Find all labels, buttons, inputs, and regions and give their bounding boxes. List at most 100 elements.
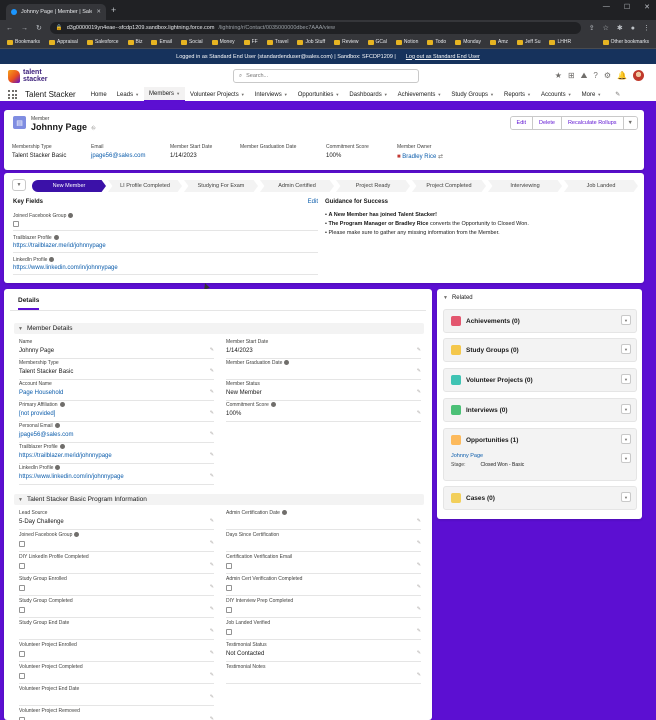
info-icon[interactable]	[59, 444, 65, 450]
bookmark-item[interactable]: Todo	[424, 39, 449, 45]
nav-item-volunteer-projects[interactable]: Volunteer Projects ▼	[185, 87, 250, 102]
logout-link[interactable]: Log out as Standard End User	[406, 54, 480, 60]
info-icon[interactable]	[74, 532, 80, 538]
bookmark-item[interactable]: Travel	[264, 39, 292, 45]
edit-pencil-icon[interactable]: ✎	[210, 389, 214, 395]
bookmark-item[interactable]: Salesforce	[84, 39, 122, 45]
chevron-down-icon[interactable]: ▼	[527, 92, 531, 97]
edit-pencil-icon[interactable]: ✎	[210, 694, 214, 700]
bookmark-item[interactable]: Jeff Su	[514, 39, 543, 45]
edit-pencil-icon[interactable]: ✎	[210, 562, 214, 568]
bookmark-item[interactable]: Biz	[125, 39, 146, 45]
bookmark-star-icon[interactable]: ☆	[603, 24, 609, 32]
chevron-down-icon[interactable]: ▼	[135, 92, 139, 97]
menu-icon[interactable]: ⋮	[643, 24, 650, 32]
app-logo[interactable]: talent stacker	[8, 69, 48, 83]
edit-pencil-icon[interactable]: ✎	[210, 628, 214, 634]
info-icon[interactable]	[270, 402, 276, 408]
related-list-title[interactable]: Opportunities (1)	[466, 437, 518, 444]
edit-pencil-icon[interactable]: ✎	[210, 518, 214, 524]
favorites-star-icon[interactable]: ★	[555, 71, 562, 80]
close-tab-icon[interactable]: ✕	[96, 9, 101, 15]
minimize-icon[interactable]: —	[603, 3, 610, 11]
edit-pencil-icon[interactable]: ✎	[210, 431, 214, 437]
edit-pencil-icon[interactable]: ✎	[210, 452, 214, 458]
email-link[interactable]: jpage56@sales.com	[91, 153, 145, 159]
section-member-details[interactable]: ▼ Member Details	[14, 323, 424, 334]
nav-item-dashboards[interactable]: Dashboards ▼	[344, 87, 392, 102]
field-link[interactable]: https://www.linkedin.com/in/johnnypage	[19, 474, 124, 480]
edit-pencil-icon[interactable]: ✎	[417, 562, 421, 568]
bookmark-item[interactable]: Review	[331, 39, 361, 45]
related-list-title[interactable]: Volunteer Projects (0)	[466, 377, 533, 384]
chevron-down-icon[interactable]: ▼	[241, 92, 245, 97]
related-header[interactable]: ▼ Related	[443, 295, 473, 301]
path-step[interactable]: Project Ready	[336, 180, 410, 192]
path-step[interactable]: Interviewing	[488, 180, 562, 192]
new-tab-icon[interactable]: +	[111, 5, 116, 15]
browser-tab[interactable]: Johnny Page | Member | Salesfo ✕	[6, 4, 106, 20]
bookmark-item[interactable]: Email	[148, 39, 175, 45]
linkedin-link[interactable]: https://www.linkedin.com/in/johnnypage	[13, 265, 318, 272]
nav-item-reports[interactable]: Reports ▼	[499, 87, 536, 102]
chevron-down-icon[interactable]: ▼	[490, 92, 494, 97]
owner-link[interactable]: Bradley Rice	[402, 154, 436, 160]
app-launcher-icon[interactable]	[8, 90, 17, 99]
path-step[interactable]: Project Completed	[412, 180, 486, 192]
key-fields-edit-link[interactable]: Edit	[308, 199, 318, 205]
back-icon[interactable]: ←	[6, 25, 13, 32]
chevron-down-icon[interactable]: ▼	[621, 434, 631, 444]
related-list-title[interactable]: Achievements (0)	[466, 318, 520, 325]
nav-item-study-groups[interactable]: Study Groups ▼	[446, 87, 499, 102]
bookmark-item[interactable]: Social	[178, 39, 206, 45]
edit-pencil-icon[interactable]: ✎	[417, 628, 421, 634]
chevron-down-icon[interactable]: ▼	[384, 92, 388, 97]
info-icon[interactable]	[49, 257, 55, 263]
nav-item-accounts[interactable]: Accounts ▼	[536, 87, 577, 102]
edit-pencil-icon[interactable]: ✎	[210, 368, 214, 374]
chevron-down-icon[interactable]: ▼	[597, 92, 601, 97]
info-icon[interactable]	[68, 213, 74, 219]
reload-icon[interactable]: ↻	[36, 24, 42, 32]
related-list-title[interactable]: Study Groups (0)	[466, 347, 519, 354]
field-link[interactable]: https://trailblazer.me/id/johnnypage	[19, 453, 112, 459]
path-step[interactable]: LI Profile Completed	[108, 180, 182, 192]
setup-gear-icon[interactable]: ⚙	[604, 71, 611, 80]
nav-item-home[interactable]: Home	[86, 87, 112, 102]
edit-pencil-icon[interactable]: ✎	[210, 540, 214, 546]
more-actions-chevron-down-icon[interactable]: ▼	[623, 117, 637, 129]
edit-pencil-icon[interactable]: ✎	[210, 410, 214, 416]
path-step[interactable]: Job Landed	[564, 180, 638, 192]
hierarchy-icon[interactable]: ⛗	[91, 126, 96, 132]
edit-pencil-icon[interactable]: ✎	[417, 410, 421, 416]
recalculate-rollups-button[interactable]: Recalculate Rollups	[561, 117, 624, 129]
add-icon[interactable]: ⊞	[568, 71, 575, 80]
path-toggle-chevron-icon[interactable]: ▼	[12, 179, 26, 191]
notifications-bell-icon[interactable]: 🔔	[617, 71, 627, 80]
section-program-information[interactable]: ▼ Talent Stacker Basic Program Informatio…	[14, 494, 424, 505]
user-avatar[interactable]	[633, 70, 644, 81]
path-step[interactable]: Studying For Exam	[184, 180, 258, 192]
close-window-icon[interactable]: ✕	[644, 3, 650, 11]
chevron-down-icon[interactable]: ▼	[437, 92, 441, 97]
field-link[interactable]: [not provided]	[19, 411, 55, 417]
chevron-down-icon[interactable]: ▼	[621, 404, 631, 414]
bookmark-item[interactable]: Monday	[452, 39, 484, 45]
chevron-down-icon[interactable]: ▼	[621, 374, 631, 384]
bookmark-item[interactable]: Money	[209, 39, 238, 45]
info-icon[interactable]	[55, 465, 61, 471]
edit-pencil-icon[interactable]: ✎	[417, 540, 421, 546]
edit-pencil-icon[interactable]: ✎	[417, 606, 421, 612]
edit-pencil-icon[interactable]: ✎	[210, 473, 214, 479]
nav-item-opportunities[interactable]: Opportunities ▼	[293, 87, 345, 102]
field-link[interactable]: jpage56@sales.com	[19, 432, 73, 438]
nav-item-more[interactable]: More ▼	[577, 87, 607, 102]
delete-button[interactable]: Delete	[533, 117, 562, 129]
chevron-down-icon[interactable]: ▼	[621, 344, 631, 354]
profile-icon[interactable]: ●	[631, 25, 635, 32]
edit-pencil-icon[interactable]: ✎	[417, 389, 421, 395]
bookmark-item[interactable]: Amz	[487, 39, 511, 45]
nav-item-members[interactable]: Members ▼	[144, 87, 186, 102]
opportunity-link[interactable]: Johnny Page	[451, 453, 629, 459]
related-list-title[interactable]: Interviews (0)	[466, 407, 508, 414]
